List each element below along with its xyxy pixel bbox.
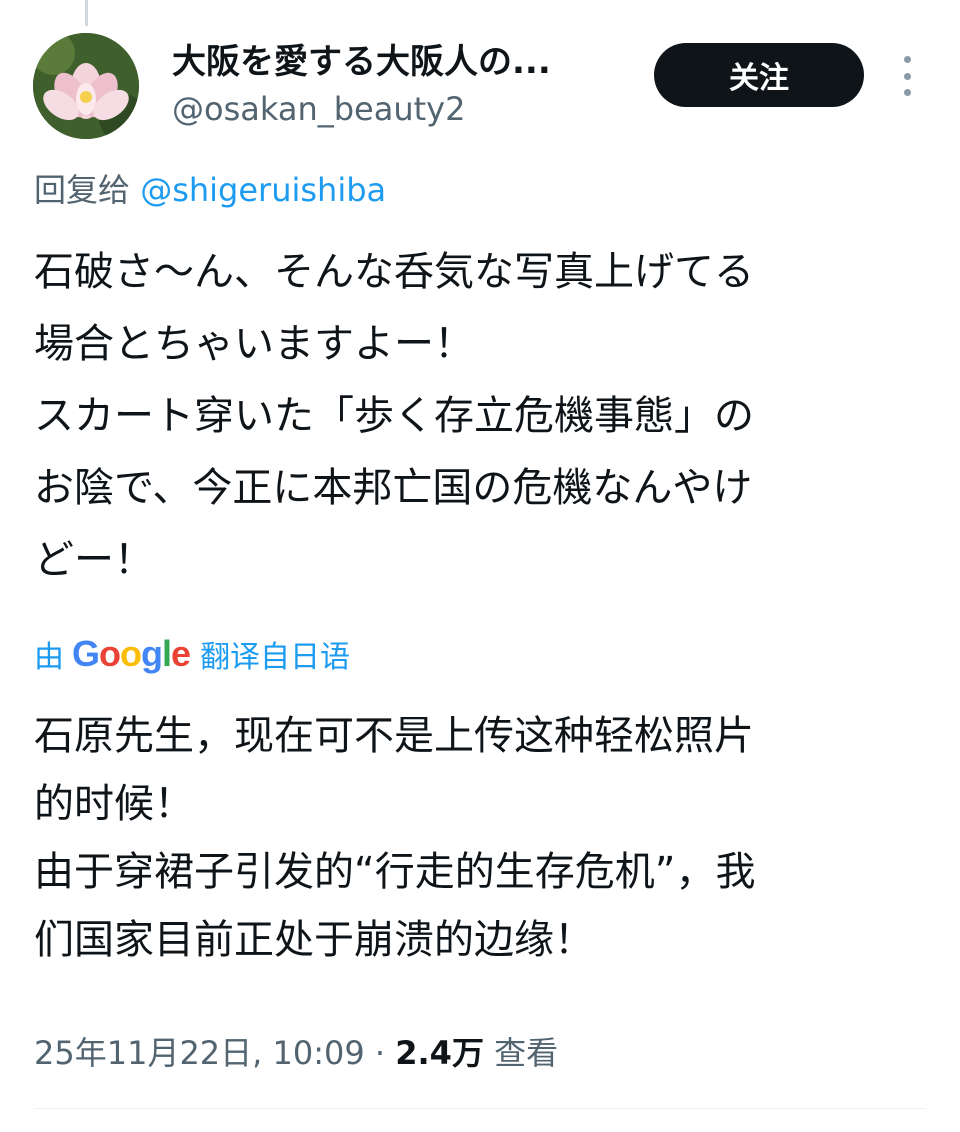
more-options-button[interactable] [890,56,924,96]
views-count: 2.4万 [395,1034,484,1072]
reply-mention-link[interactable]: @shigeruishiba [140,171,386,209]
google-logo-letter: g [141,633,163,674]
google-logo-letter: l [162,633,172,674]
google-logo-letter: o [120,633,142,674]
lotus-flower-avatar-icon [33,33,139,139]
google-logo: Google [72,633,191,675]
google-logo-letter: o [99,633,121,674]
views-label: 查看 [494,1034,559,1072]
translation-prefix: 由 [34,640,64,675]
translation-attribution[interactable]: 由 Google 翻译自日语 [34,628,350,680]
reply-prefix: 回复给 [34,171,131,209]
vertical-ellipsis-icon [903,56,911,63]
author-handle[interactable]: @osakan_beauty2 [172,88,465,130]
avatar[interactable] [33,33,139,139]
google-logo-letter: G [72,633,100,674]
thread-connector-line [85,0,88,26]
vertical-ellipsis-icon [903,72,911,80]
follow-button[interactable]: 关注 [654,43,864,107]
vertical-ellipsis-icon [903,89,911,96]
tweet-text: 石破さ〜ん、そんな呑気な写真上げてる 場合とちゃいますよー！ スカート穿いた「歩… [34,249,754,583]
google-logo-letter: e [171,633,191,674]
translated-tweet-text: 石原先生，现在可不是上传这种轻松照片 的时候！ 由于穿裙子引发的“行走的生存危机… [34,713,756,963]
reply-to-line: 回复给 @shigeruishiba [34,168,386,212]
translation-suffix: 翻译自日语 [200,640,351,675]
tweet-timestamp[interactable]: 25年11月22日, 10:09 [34,1034,365,1072]
divider [34,1108,926,1109]
meta-separator: · [374,1034,386,1072]
author-display-name[interactable]: 大阪を愛する大阪人の... [172,40,622,84]
tweet-meta: 25年11月22日, 10:09 · 2.4万 查看 [34,1030,558,1076]
